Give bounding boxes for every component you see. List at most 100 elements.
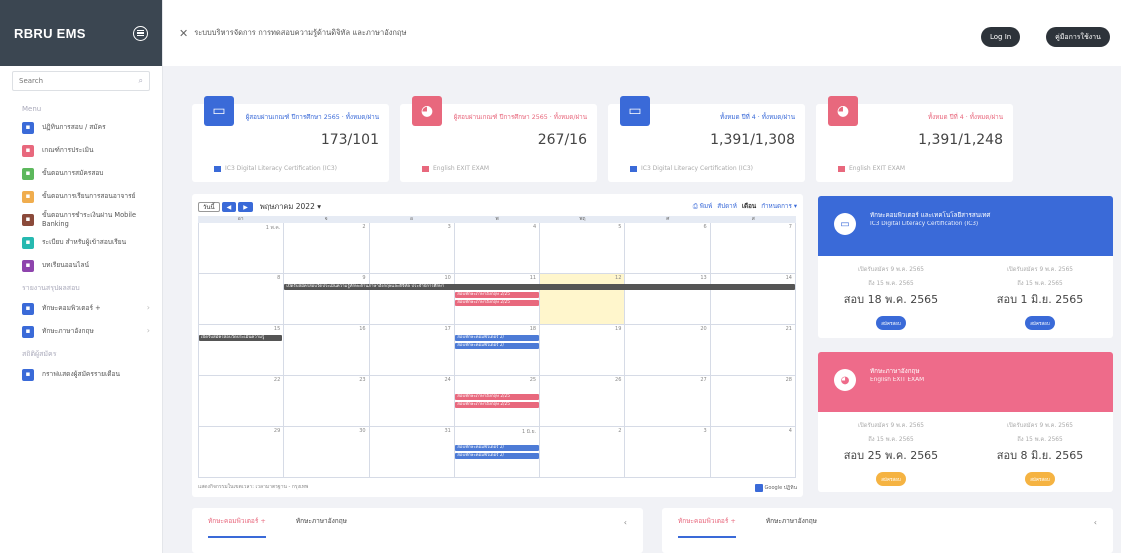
calendar-event[interactable]: เปิดรับสมัครสอบวัดประเมินความรู้ทักษะด้า… [284, 284, 795, 290]
calendar-day-cell[interactable]: 3 [625, 427, 711, 477]
menu-item-icon: ▪ [22, 368, 34, 381]
calendar-event[interactable]: เปิดรับสมัครสอบวัดประเมินความรู้ [199, 335, 283, 341]
calendar-day-cell[interactable]: 22 [198, 376, 285, 426]
chevron-left-icon[interactable]: ‹ [1094, 518, 1097, 527]
calendar-day-cell[interactable]: 10 [370, 274, 455, 324]
tab-english[interactable]: ทักษะภาษาอังกฤษ [296, 516, 347, 538]
calendar-day-cell[interactable]: 13 [625, 274, 711, 324]
register-button[interactable]: สมัครสอบ [876, 472, 906, 486]
calendar-day-cell[interactable]: 5 [540, 223, 626, 273]
exam-round: เปิดรับสมัคร 9 พ.ค. 2565 ถึง 15 พ.ค. 256… [818, 420, 964, 486]
menu-item-icon: ▪ [22, 259, 34, 272]
calendar-day-cell[interactable]: 18 [455, 325, 541, 375]
sidebar-item[interactable]: ▪ ขั้นตอนการชำระเงินผ่าน Mobile Banking [0, 208, 162, 231]
close-sidebar-icon[interactable]: ✕ [179, 27, 188, 40]
calendar-event[interactable]: สอบทักษะคอมพิวเตอร์ 2/ [455, 445, 539, 451]
calendar-day-cell[interactable]: 30 [284, 427, 370, 477]
tab-computer[interactable]: ทักษะคอมพิวเตอร์ + [208, 516, 266, 538]
today-button[interactable]: วันนี้ [198, 202, 220, 212]
calendar-day-cell[interactable]: 7 [711, 223, 796, 273]
calendar-day-cell[interactable]: 2 [540, 427, 626, 477]
calendar-day-cell[interactable]: 2 [284, 223, 370, 273]
calendar-event[interactable]: สอบทักษะภาษาอังกฤษ 2/25 [455, 292, 539, 298]
stat-card: ◕ ผู้สอบผ่านเกณฑ์ ปีการศึกษา 2565 · ทั้ง… [400, 96, 597, 182]
calendar-day-cell[interactable]: 14 [711, 274, 796, 324]
calendar-day-cell[interactable]: 25 [455, 376, 541, 426]
menu-section-label: Menu [22, 105, 42, 113]
tab-english[interactable]: ทักษะภาษาอังกฤษ [766, 516, 817, 538]
day-header: พ [495, 216, 499, 222]
calendar-day-cell[interactable]: 9 [284, 274, 370, 324]
register-button[interactable]: สมัครสอบ [876, 316, 906, 330]
calendar-event[interactable]: สอบทักษะภาษาอังกฤษ 2/25 [455, 402, 539, 408]
agenda-view[interactable]: กำหนดการ ▾ [761, 201, 797, 211]
calendar-day-cell[interactable]: 1 มิ.ย. [455, 427, 541, 477]
month-view[interactable]: เดือน [742, 201, 756, 211]
chevron-left-icon[interactable]: ‹ [624, 518, 627, 527]
calendar-event[interactable]: สอบทักษะคอมพิวเตอร์ 2/ [455, 335, 539, 341]
tab-computer[interactable]: ทักษะคอมพิวเตอร์ + [678, 516, 736, 538]
calendar-day-cell[interactable]: 28 [711, 376, 796, 426]
next-month-button[interactable]: ▶ [238, 202, 253, 212]
chevron-right-icon: › [146, 303, 150, 313]
sidebar-item[interactable]: ▪ ระเบียบ สำหรับผู้เข้าสอบเรียน [0, 231, 162, 254]
calendar-day-cell[interactable]: 3 [370, 223, 455, 273]
exam-date: สอบ 25 พ.ค. 2565 [843, 449, 939, 462]
user-manual-button[interactable]: คู่มือการใช้งาน [1046, 27, 1110, 47]
week-view[interactable]: สัปดาห์ [717, 201, 737, 211]
sidebar-item[interactable]: ▪ บทเรียนออนไลน์ [0, 254, 162, 277]
sidebar-item[interactable]: ▪ เกณฑ์การประเมิน [0, 139, 162, 162]
calendar-month[interactable]: พฤษภาคม 2022 ▾ [260, 201, 321, 213]
search-icon[interactable]: ⌕ [139, 76, 143, 86]
menu-item-icon: ▪ [22, 325, 34, 338]
google-calendar-link[interactable]: Google ปฏิทิน [754, 484, 797, 492]
calendar-week: 22 23 24 25 26 27 28 สอบทักษะภาษาอังกฤษ 2/25 สอบ… [198, 376, 796, 427]
print-view[interactable]: ⎙ พิมพ์ [693, 201, 713, 211]
chevron-right-icon: › [146, 326, 150, 336]
prev-month-button[interactable]: ◀ [221, 202, 237, 212]
login-button[interactable]: Log In [981, 27, 1021, 47]
calendar-event[interactable]: สอบทักษะภาษาอังกฤษ 2/25 [455, 300, 539, 306]
menu-toggle-icon[interactable] [133, 25, 148, 41]
sidebar-item[interactable]: ▪ ขั้นตอนการเรียนการสอนอาจารย์ [0, 185, 162, 208]
calendar-day-cell[interactable]: 29 [198, 427, 285, 477]
sidebar-search[interactable]: ⌕ [12, 71, 150, 91]
register-button[interactable]: สมัครสอบ [1025, 472, 1055, 486]
top-bar: ✕ ระบบบริหารจัดการ การทดสอบความรู้ด้านดิ… [163, 0, 1121, 66]
stat-value: 1,391/1,248 [918, 132, 1003, 148]
sidebar-item[interactable]: ▪ ขั้นตอนการสมัครสอบ [0, 162, 162, 185]
calendar-day-cell[interactable]: 1 พ.ค. [198, 223, 285, 273]
sidebar-item[interactable]: ▪ กราฟแสดงผู้สมัครรายเดือน [0, 363, 162, 386]
calendar-day-cell[interactable]: 17 [370, 325, 455, 375]
exam-round: เปิดรับสมัคร 9 พ.ค. 2565 ถึง 15 พ.ค. 256… [967, 264, 1113, 330]
calendar-event[interactable]: สอบทักษะภาษาอังกฤษ 2/25 [455, 394, 539, 400]
sidebar-item[interactable]: ▪ ปฏิทินการสอบ / สมัคร [0, 116, 162, 139]
calendar-day-cell[interactable]: 23 [284, 376, 370, 426]
calendar-day-cell[interactable]: 4 [711, 427, 796, 477]
calendar-day-cell[interactable]: 26 [540, 376, 626, 426]
register-button[interactable]: สมัครสอบ [1025, 316, 1055, 330]
search-input[interactable] [19, 77, 119, 85]
stat-card: ◕ ทั้งหมด ปีที่ 4 · ทั้งหมด/ผ่าน 1,391/1… [816, 96, 1013, 182]
calendar-day-cell[interactable]: 12 [540, 274, 626, 324]
calendar-event[interactable]: สอบทักษะคอมพิวเตอร์ 2/ [455, 453, 539, 459]
day-number: 30 [359, 428, 366, 434]
calendar-day-cell[interactable]: 27 [625, 376, 711, 426]
menu-section-label: สถิติผู้สมัคร [22, 350, 57, 358]
calendar-day-cell[interactable]: 16 [284, 325, 370, 375]
calendar-day-cell[interactable]: 19 [540, 325, 626, 375]
register-open: เปิดรับสมัคร 9 พ.ค. 2565 [1007, 267, 1073, 273]
calendar-day-cell[interactable]: 24 [370, 376, 455, 426]
calendar-day-cell[interactable]: 15 [198, 325, 285, 375]
calendar-day-cell[interactable]: 21 [711, 325, 796, 375]
calendar-day-cell[interactable]: 20 [625, 325, 711, 375]
calendar-day-cell[interactable]: 6 [625, 223, 711, 273]
calendar-day-cell[interactable]: 11 [455, 274, 541, 324]
calendar-day-cell[interactable]: 8 [198, 274, 285, 324]
globe-icon: ◕ [412, 96, 442, 126]
sidebar-item[interactable]: ▪ ทักษะภาษาอังกฤษ › [0, 320, 162, 343]
sidebar-item[interactable]: ▪ ทักษะคอมพิวเตอร์ + › [0, 297, 162, 320]
calendar-day-cell[interactable]: 31 [370, 427, 455, 477]
calendar-event[interactable]: สอบทักษะคอมพิวเตอร์ 2/ [455, 343, 539, 349]
calendar-day-cell[interactable]: 4 [455, 223, 541, 273]
